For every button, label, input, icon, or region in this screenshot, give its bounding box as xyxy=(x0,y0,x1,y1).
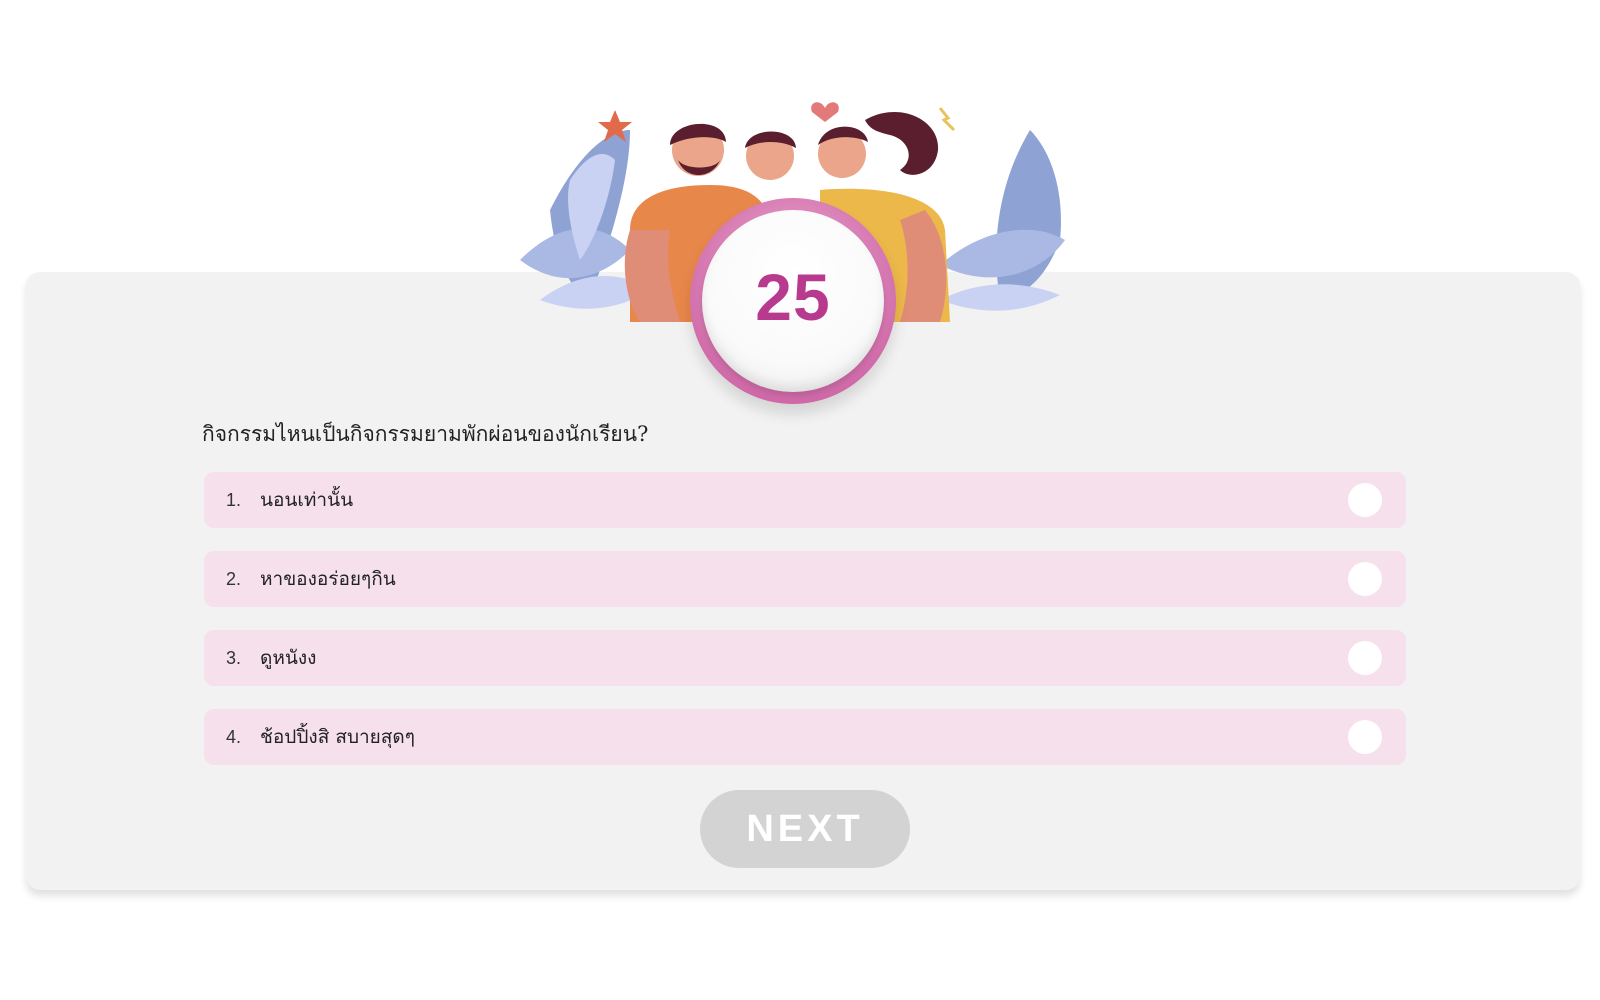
option-number: 3. xyxy=(226,648,242,668)
countdown-timer: 25 xyxy=(690,198,896,404)
option-number: 1. xyxy=(226,490,242,510)
right-leaves-decoration xyxy=(940,130,1065,311)
timer-face: 25 xyxy=(702,210,884,392)
timer-value: 25 xyxy=(755,260,831,334)
radio-button[interactable] xyxy=(1348,720,1382,754)
heart-icon xyxy=(811,102,839,122)
option-number: 2. xyxy=(226,569,242,589)
option-label: หาของอร่อยๆกิน xyxy=(260,568,396,590)
quiz-page: 25 กิจกรรมไหนเป็นกิจกรรมยามพักผ่อนของนัก… xyxy=(0,0,1600,1000)
radio-button[interactable] xyxy=(1348,562,1382,596)
answer-option-2[interactable]: 2. หาของอร่อยๆกิน xyxy=(204,551,1406,607)
zigzag-icon xyxy=(938,107,956,132)
radio-button[interactable] xyxy=(1348,483,1382,517)
answer-option-4[interactable]: 4. ช้อปปิ้งสิ สบายสุดๆ xyxy=(204,709,1406,765)
answer-option-3[interactable]: 3. ดูหนังง xyxy=(204,630,1406,686)
option-label: ช้อปปิ้งสิ สบายสุดๆ xyxy=(260,726,415,748)
option-number: 4. xyxy=(226,727,242,747)
radio-button[interactable] xyxy=(1348,641,1382,675)
option-label: นอนเท่านั้น xyxy=(260,489,354,511)
answer-option-1[interactable]: 1. นอนเท่านั้น xyxy=(204,472,1406,528)
question-text: กิจกรรมไหนเป็นกิจกรรมยามพักผ่อนของนักเรี… xyxy=(202,422,649,446)
option-label: ดูหนังง xyxy=(260,647,317,669)
next-button[interactable]: NEXT xyxy=(700,790,910,868)
